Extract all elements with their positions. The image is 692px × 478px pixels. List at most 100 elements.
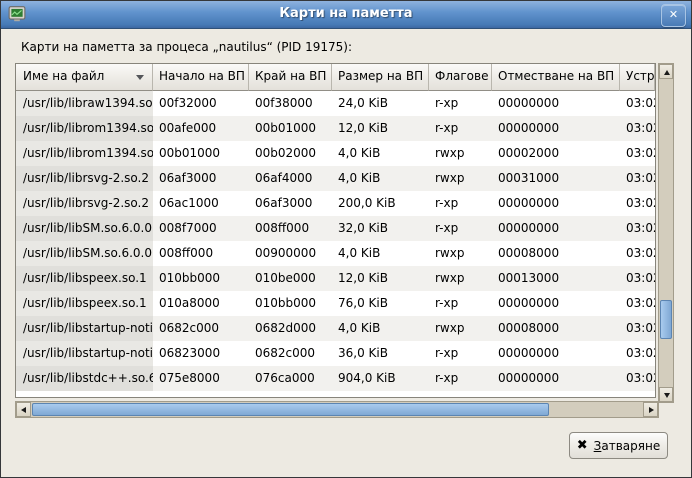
cell-2: 010bb000 [249, 291, 332, 316]
cell-4: r-xp [429, 116, 492, 141]
cell-3: 76,0 KiB [332, 291, 429, 316]
cell-2: 00b01000 [249, 116, 332, 141]
cell-3: 4,0 KiB [332, 316, 429, 341]
close-icon: ✕ [669, 8, 678, 21]
window-title: Карти на паметта [41, 6, 651, 21]
cell-1: 008ff000 [153, 241, 249, 266]
vertical-scrollbar-thumb[interactable] [660, 300, 672, 339]
scroll-down-button[interactable] [659, 387, 673, 402]
table-row[interactable]: /usr/lib/libstdc++.so.6075e8000076ca0009… [16, 366, 655, 391]
cell-0: /usr/lib/librsvg-2.so.2 [16, 166, 153, 191]
cell-1: 008f7000 [153, 216, 249, 241]
cell-5: 00002000 [492, 141, 620, 166]
table-row[interactable]: /usr/lib/librsvg-2.so.206ac100006af30002… [16, 191, 655, 216]
cell-3: 32,0 KiB [332, 216, 429, 241]
arrow-left-icon [21, 407, 26, 413]
vertical-scrollbar[interactable] [658, 63, 674, 403]
cell-4: rwxp [429, 266, 492, 291]
cell-6: 03:02 [620, 191, 655, 216]
cell-1: 00afe000 [153, 116, 249, 141]
cell-3: 12,0 KiB [332, 266, 429, 291]
cell-3: 4,0 KiB [332, 141, 429, 166]
cell-2: 00f38000 [249, 91, 332, 116]
table-row[interactable]: /usr/lib/librom1394.so00afe00000b0100012… [16, 116, 655, 141]
sort-descending-icon [136, 75, 144, 80]
scroll-left-button[interactable] [16, 402, 31, 417]
cell-1: 06ac1000 [153, 191, 249, 216]
table-row[interactable]: /usr/lib/libstartup-noti0682c0000682d000… [16, 316, 655, 341]
scroll-up-button[interactable] [659, 64, 673, 79]
table-row[interactable]: /usr/lib/libSM.so.6.0.0008ff000009000004… [16, 241, 655, 266]
cell-0: /usr/lib/libspeex.so.1 [16, 291, 153, 316]
cell-5: 00000000 [492, 91, 620, 116]
cell-5: 00000000 [492, 291, 620, 316]
cell-4: r-xp [429, 191, 492, 216]
cell-4: rwxp [429, 141, 492, 166]
close-button-label: Затваряне [594, 439, 661, 453]
column-header-3[interactable]: Размер на ВП [332, 64, 429, 91]
cell-0: /usr/lib/libraw1394.so [16, 91, 153, 116]
table-header-row: Име на файлНачало на ВПКрай на ВПРазмер … [16, 64, 655, 91]
table-body: /usr/lib/libraw1394.so00f3200000f3800024… [16, 91, 655, 397]
cell-4: r-xp [429, 216, 492, 241]
cell-6: 03:02 [620, 316, 655, 341]
cell-6: 03:02 [620, 91, 655, 116]
cell-2: 00900000 [249, 241, 332, 266]
cell-0: /usr/lib/libstartup-noti [16, 316, 153, 341]
cell-0: /usr/lib/libSM.so.6.0.0 [16, 216, 153, 241]
cell-0: /usr/lib/libstartup-noti [16, 341, 153, 366]
cell-4: r-xp [429, 341, 492, 366]
cell-4: r-xp [429, 91, 492, 116]
cell-4: r-xp [429, 291, 492, 316]
cell-3: 4,0 KiB [332, 241, 429, 266]
cell-1: 00b01000 [153, 141, 249, 166]
memory-maps-table: Име на файлНачало на ВПКрай на ВПРазмер … [15, 63, 656, 398]
cell-5: 00000000 [492, 191, 620, 216]
cell-2: 06af4000 [249, 166, 332, 191]
cell-4: rwxp [429, 166, 492, 191]
table-row[interactable]: /usr/lib/libstartup-noti068230000682c000… [16, 341, 655, 366]
table-row[interactable]: /usr/lib/libspeex.so.1010a8000010bb00076… [16, 291, 655, 316]
cell-6: 03:02 [620, 341, 655, 366]
close-x-icon: ✖ [577, 439, 588, 452]
cell-0: /usr/lib/librom1394.so [16, 116, 153, 141]
table-row[interactable]: /usr/lib/librom1394.so00b0100000b020004,… [16, 141, 655, 166]
cell-6: 03:02 [620, 291, 655, 316]
cell-1: 010bb000 [153, 266, 249, 291]
horizontal-scrollbar[interactable] [15, 401, 659, 418]
cell-4: rwxp [429, 241, 492, 266]
table-row[interactable]: /usr/lib/libSM.so.6.0.0008f7000008ff0003… [16, 216, 655, 241]
cell-5: 00000000 [492, 116, 620, 141]
cell-1: 075e8000 [153, 366, 249, 391]
column-header-4[interactable]: Флагове [429, 64, 492, 91]
cell-6: 03:02 [620, 166, 655, 191]
table-row[interactable]: /usr/lib/libraw1394.so00f3200000f3800024… [16, 91, 655, 116]
column-header-1[interactable]: Начало на ВП [153, 64, 249, 91]
titlebar[interactable]: Карти на паметта ✕ [1, 1, 691, 29]
close-dialog-button[interactable]: ✖ Затваряне [569, 432, 668, 459]
cell-2: 0682d000 [249, 316, 332, 341]
horizontal-scrollbar-thumb[interactable] [32, 403, 549, 416]
column-header-2[interactable]: Край на ВП [249, 64, 332, 91]
cell-3: 12,0 KiB [332, 116, 429, 141]
cell-1: 06af3000 [153, 166, 249, 191]
scroll-right-button[interactable] [643, 402, 658, 417]
cell-1: 010a8000 [153, 291, 249, 316]
column-header-0[interactable]: Име на файл [16, 64, 153, 91]
cell-6: 03:02 [620, 216, 655, 241]
system-monitor-icon [8, 5, 26, 23]
cell-0: /usr/lib/libspeex.so.1 [16, 266, 153, 291]
table-row[interactable]: /usr/lib/libspeex.so.1010bb000010be00012… [16, 266, 655, 291]
column-header-6[interactable]: Устройство [620, 64, 655, 91]
column-header-5[interactable]: Отместване на ВП [492, 64, 620, 91]
cell-3: 4,0 KiB [332, 166, 429, 191]
cell-0: /usr/lib/libSM.so.6.0.0 [16, 241, 153, 266]
cell-6: 03:02 [620, 141, 655, 166]
cell-2: 06af3000 [249, 191, 332, 216]
cell-4: r-xp [429, 366, 492, 391]
window-close-button[interactable]: ✕ [661, 4, 686, 27]
table-row[interactable]: /usr/lib/librsvg-2.so.206af300006af40004… [16, 166, 655, 191]
memory-maps-dialog: Карти на паметта ✕ Карти на паметта за п… [0, 0, 692, 478]
cell-3: 200,0 KiB [332, 191, 429, 216]
cell-2: 00b02000 [249, 141, 332, 166]
